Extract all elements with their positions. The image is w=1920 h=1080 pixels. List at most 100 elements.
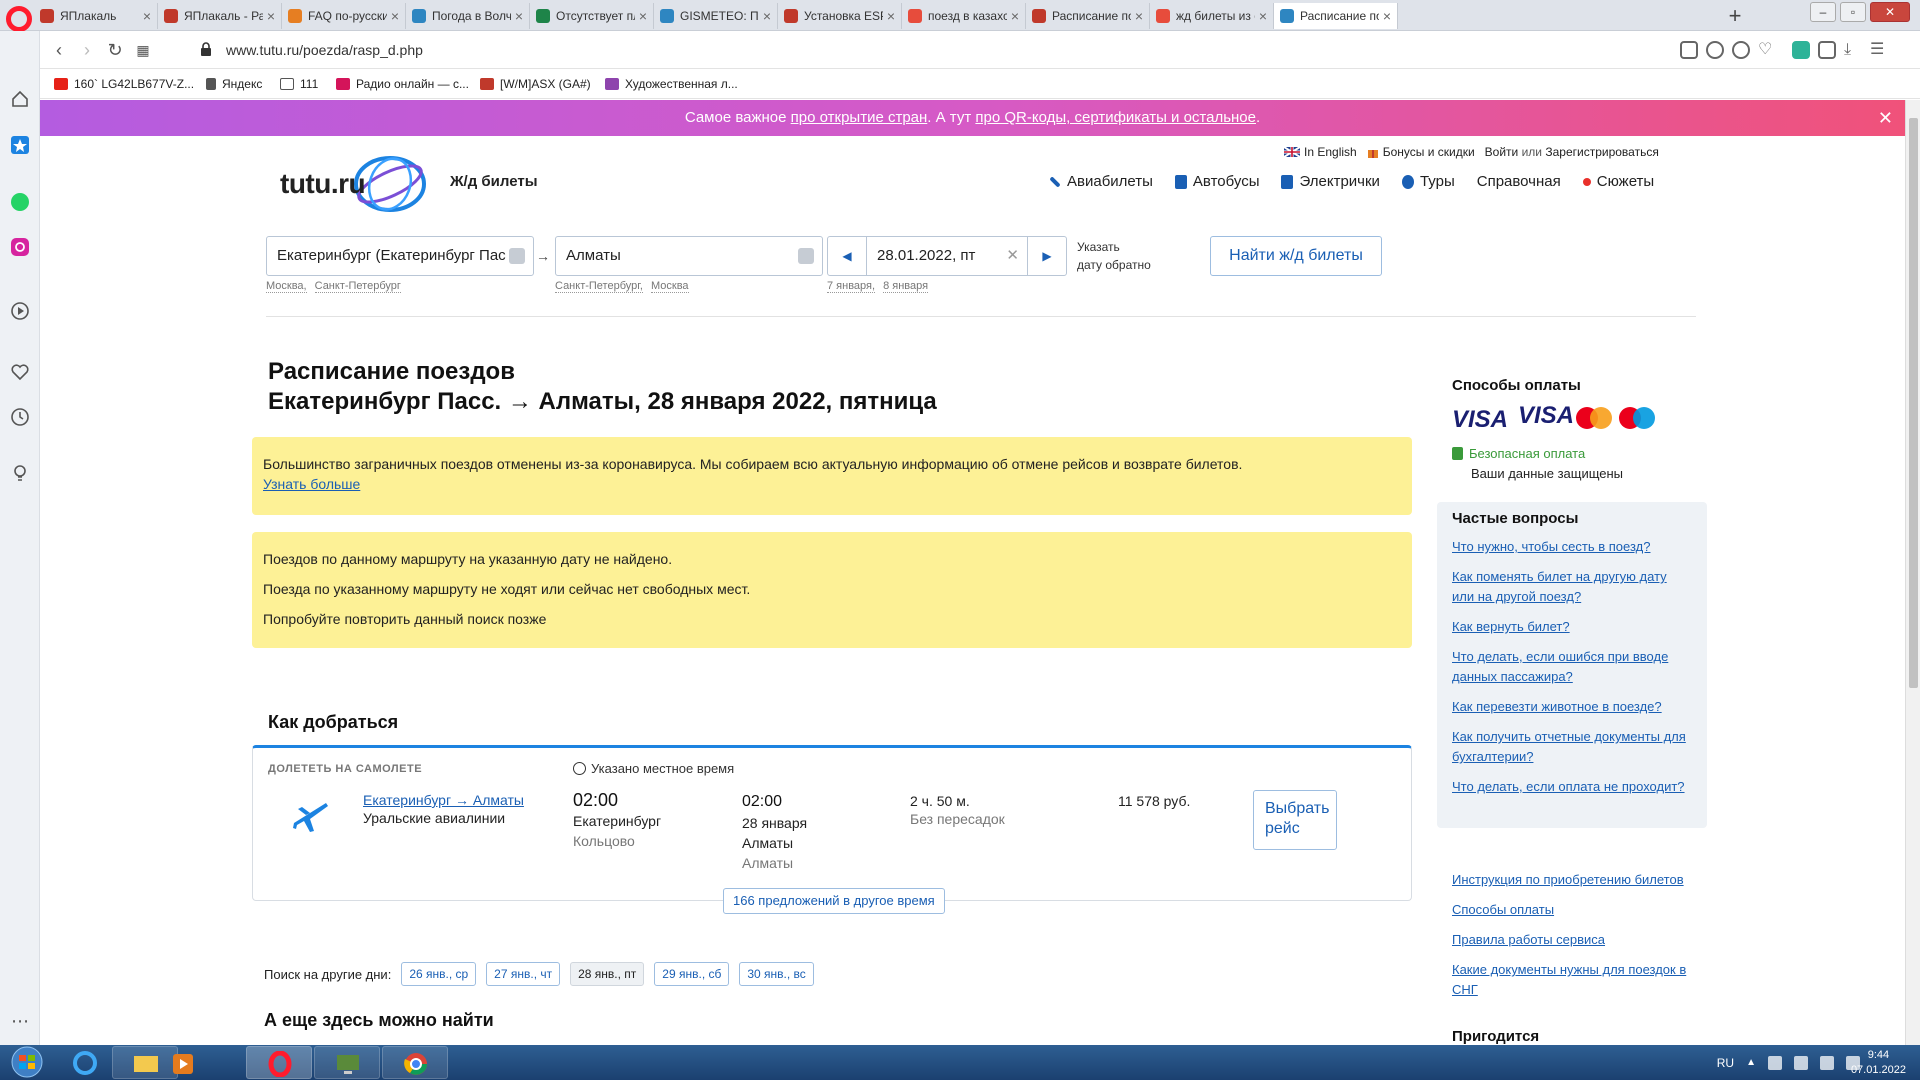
taskbar-app[interactable]	[314, 1046, 380, 1079]
player-icon[interactable]	[10, 301, 30, 321]
download-icon[interactable]: ⤓	[1844, 41, 1862, 59]
faq-link[interactable]: Что делать, если ошибся при вводе данных…	[1452, 647, 1692, 687]
forward-icon[interactable]: ›	[76, 39, 98, 61]
login-link[interactable]: Войти	[1485, 145, 1519, 159]
close-window-button[interactable]: ✕	[1870, 2, 1910, 22]
browser-tab[interactable]: жд билеты из ека ×	[1150, 3, 1274, 29]
day-chip[interactable]: 26 янв., ср	[401, 962, 477, 986]
info-link[interactable]: Способы оплаты	[1452, 900, 1702, 920]
bookmark-folder[interactable]: 111	[280, 77, 318, 91]
tab-close-icon[interactable]: ×	[1383, 8, 1391, 24]
hint-link[interactable]: Москва,	[266, 280, 307, 293]
heart-icon[interactable]: ♡	[1758, 41, 1776, 59]
nav-suburban-trains[interactable]: Электрички	[1281, 173, 1380, 190]
browser-tab[interactable]: Расписание поезд ×	[1026, 3, 1150, 29]
snapshot-icon[interactable]	[1680, 41, 1698, 59]
day-chip[interactable]: 27 янв., чт	[486, 962, 561, 986]
hint-link[interactable]: Санкт-Петербург	[314, 280, 401, 293]
windows-start-icon[interactable]	[2, 1045, 52, 1080]
date-input[interactable]: 28.01.2022, пт ✕	[866, 236, 1028, 276]
nav-flights[interactable]: Авиабилеты	[1049, 173, 1153, 190]
display-icon[interactable]	[1794, 1055, 1808, 1070]
bookmark-item[interactable]: Художественная л...	[605, 77, 738, 91]
info-link[interactable]: Инструкция по приобретению билетов	[1452, 870, 1702, 890]
home-icon[interactable]	[10, 89, 30, 109]
flag-icon[interactable]	[1768, 1055, 1782, 1070]
back-icon[interactable]: ‹	[48, 39, 70, 61]
choose-flight-button[interactable]: Выбрать рейс	[1253, 790, 1337, 850]
browser-tab[interactable]: поезд в казахстан ×	[902, 3, 1026, 29]
return-date-link[interactable]: Указать дату обратно	[1077, 238, 1151, 274]
browser-tab[interactable]: Отсутствует плом ×	[530, 3, 654, 29]
tips-bulb-icon[interactable]	[10, 463, 30, 483]
reload-icon[interactable]: ↻	[104, 39, 126, 61]
faq-link[interactable]: Что нужно, чтобы сесть в поезд?	[1452, 537, 1692, 557]
internet-explorer-icon[interactable]	[72, 1050, 98, 1076]
clear-icon[interactable]: ✕	[1006, 237, 1019, 275]
speed-dial-star-icon[interactable]	[10, 135, 30, 155]
tab-close-icon[interactable]: ×	[639, 8, 647, 24]
bookmark-item[interactable]: Яндекс	[206, 77, 262, 91]
camera-icon[interactable]	[1706, 41, 1724, 59]
info-link[interactable]: Правила работы сервиса	[1452, 930, 1702, 950]
bookmark-item[interactable]: [W/M]ASX (GA#)	[480, 77, 591, 91]
bookmark-item[interactable]: Радио онлайн — с...	[336, 77, 469, 91]
scrollbar-thumb[interactable]	[1909, 118, 1918, 688]
next-date-button[interactable]: ▶	[1027, 236, 1067, 276]
info-link[interactable]: Какие документы нужны для поездок в СНГ	[1452, 960, 1702, 1000]
from-station-input[interactable]: Екатеринбург (Екатеринбург Пас	[266, 236, 534, 276]
promo-link-qr[interactable]: про QR-коды, сертификаты и остальное	[975, 109, 1256, 126]
minimize-button[interactable]: –	[1810, 2, 1836, 22]
favorites-heart-icon[interactable]	[10, 362, 30, 382]
new-tab-button[interactable]: +	[1722, 3, 1748, 29]
to-station-input[interactable]: Алматы	[555, 236, 823, 276]
swap-arrow-icon[interactable]: →	[536, 248, 550, 264]
bookmark-item[interactable]: 160` LG42LB677V-Z...	[54, 77, 194, 91]
taskbar-chrome[interactable]	[382, 1046, 448, 1079]
tab-close-icon[interactable]: ×	[267, 8, 275, 24]
taskbar-media[interactable]	[162, 1046, 228, 1079]
instagram-icon[interactable]	[10, 237, 30, 257]
lock-icon[interactable]	[200, 42, 212, 56]
taskbar-opera[interactable]	[246, 1046, 312, 1079]
show-hidden-icons-icon[interactable]: ▲	[1746, 1057, 1756, 1068]
day-chip[interactable]: 29 янв., сб	[654, 962, 730, 986]
browser-tab[interactable]: Установка ESP — ×	[778, 3, 902, 29]
tab-close-icon[interactable]: ×	[515, 8, 523, 24]
browser-tab[interactable]: ЯПлакаль - Разде ×	[158, 3, 282, 29]
url-input[interactable]: www.tutu.ru/poezda/rasp_d.php	[226, 42, 423, 58]
adblock-icon[interactable]	[1732, 41, 1750, 59]
find-tickets-button[interactable]: Найти ж/д билеты	[1210, 236, 1382, 276]
browser-tab[interactable]: Расписание поезд ×	[1274, 3, 1398, 29]
faq-link[interactable]: Как поменять билет на другую дату или на…	[1452, 567, 1692, 607]
whatsapp-icon[interactable]	[10, 192, 30, 212]
tab-close-icon[interactable]: ×	[887, 8, 895, 24]
english-link[interactable]: In English	[1284, 145, 1357, 159]
tab-close-icon[interactable]: ×	[1259, 8, 1267, 24]
history-icon[interactable]	[10, 407, 30, 427]
prev-date-button[interactable]: ◀	[827, 236, 867, 276]
hint-link[interactable]: 8 января	[883, 280, 929, 293]
nav-stories[interactable]: Сюжеты	[1582, 173, 1654, 190]
bonus-link[interactable]: Бонусы и скидки	[1367, 145, 1475, 159]
day-chip[interactable]: 30 янв., вс	[739, 962, 814, 986]
nav-buses[interactable]: Автобусы	[1174, 173, 1259, 190]
tab-close-icon[interactable]: ×	[391, 8, 399, 24]
easy-setup-icon[interactable]: ☰	[1870, 41, 1888, 59]
tab-close-icon[interactable]: ×	[1135, 8, 1143, 24]
page-scrollbar[interactable]	[1905, 100, 1920, 1045]
close-icon[interactable]: ✕	[1878, 100, 1893, 136]
nav-help[interactable]: Справочная	[1477, 173, 1561, 190]
faq-link[interactable]: Как вернуть билет?	[1452, 617, 1692, 637]
nav-tours[interactable]: Туры	[1401, 173, 1455, 190]
promo-link-countries[interactable]: про открытие стран	[791, 109, 928, 126]
volume-icon[interactable]	[1820, 1055, 1834, 1070]
browser-tab[interactable]: Погода в Волчан ×	[406, 3, 530, 29]
logo-text[interactable]: tutu.ru	[280, 168, 366, 200]
more-icon[interactable]: ⋯	[10, 1011, 30, 1031]
faq-link[interactable]: Как получить отчетные документы для бухг…	[1452, 727, 1692, 767]
opera-menu-icon[interactable]	[6, 6, 32, 32]
browser-tab[interactable]: FAQ по-русски - I ×	[282, 3, 406, 29]
restore-button[interactable]: ▫	[1840, 2, 1866, 22]
system-clock[interactable]: 9:44 07.01.2022	[1851, 1048, 1906, 1078]
